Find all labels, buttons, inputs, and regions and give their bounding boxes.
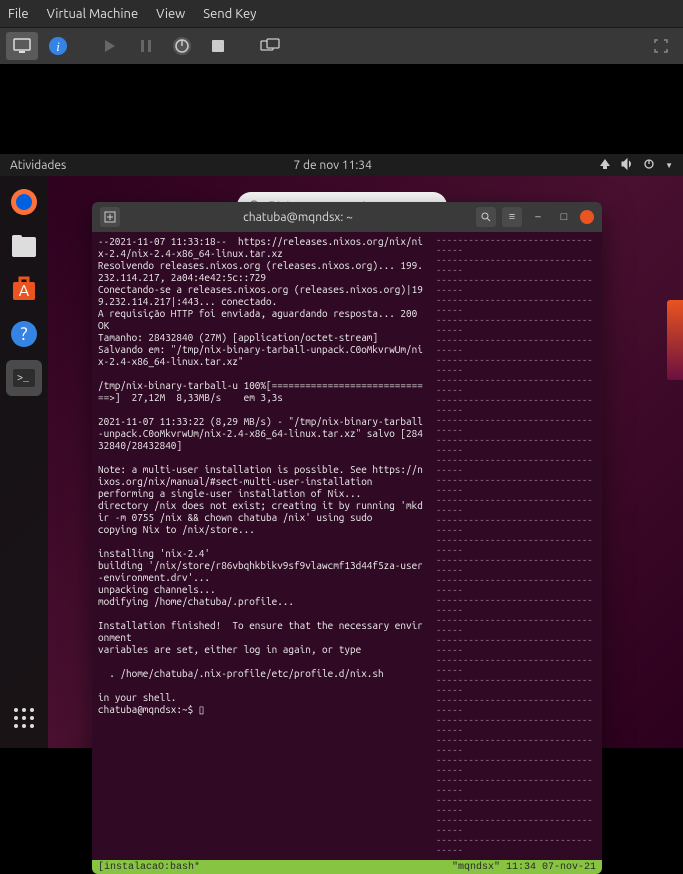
workspace-thumbnail[interactable]	[667, 300, 683, 380]
svg-text:A: A	[19, 282, 30, 300]
dock-show-apps[interactable]	[6, 700, 42, 736]
svg-text:?: ?	[20, 324, 27, 344]
menu-file[interactable]: File	[8, 7, 29, 21]
terminal-right-pane[interactable]: ----------------------------------------…	[432, 232, 602, 860]
menu-virtual-machine[interactable]: Virtual Machine	[47, 7, 139, 21]
gnome-topbar: Atividades 7 de nov 11:34 ▼	[0, 154, 683, 176]
dock-help[interactable]: ?	[6, 316, 42, 352]
tmux-status-bar: [instalacaO:bash* "mqndsx" 11:34 07-nov-…	[92, 860, 602, 874]
clock[interactable]: 7 de nov 11:34	[293, 159, 371, 172]
info-button[interactable]: i	[42, 32, 74, 60]
dock: A ? >_	[0, 176, 48, 748]
network-icon[interactable]	[599, 158, 611, 173]
volume-icon[interactable]	[621, 158, 633, 173]
monitor-button[interactable]	[6, 32, 38, 60]
dock-files[interactable]	[6, 228, 42, 264]
dock-firefox[interactable]	[6, 184, 42, 220]
dock-terminal[interactable]: >_	[6, 360, 42, 396]
power-button[interactable]	[166, 32, 198, 60]
new-tab-button[interactable]	[100, 207, 120, 227]
svg-text:i: i	[56, 39, 60, 54]
play-button[interactable]	[94, 32, 126, 60]
chevron-down-icon[interactable]: ▼	[665, 161, 673, 170]
vm-menubar: File Virtual Machine View Send Key	[0, 0, 683, 28]
note-button[interactable]	[202, 32, 234, 60]
activities-button[interactable]: Atividades	[10, 159, 66, 172]
pause-button[interactable]	[130, 32, 162, 60]
guest-display: Atividades 7 de nov 11:34 ▼ A ? >_ ch	[0, 64, 683, 748]
terminal-titlebar[interactable]: chatuba@mqndsx: ~ ≡ – □	[92, 202, 602, 232]
terminal-search-button[interactable]	[476, 207, 496, 227]
menu-view[interactable]: View	[156, 7, 185, 21]
fullscreen-button[interactable]	[645, 32, 677, 60]
terminal-title: chatuba@mqndsx: ~	[126, 211, 470, 224]
maximize-button[interactable]: □	[554, 207, 574, 227]
power-icon[interactable]	[643, 158, 655, 173]
displays-button[interactable]	[254, 32, 286, 60]
tmux-status-left: [instalacaO:bash*	[98, 862, 200, 873]
dock-software[interactable]: A	[6, 272, 42, 308]
terminal-menu-button[interactable]: ≡	[502, 207, 522, 227]
desktop: A ? >_ chatuba@mqndsx: ~ ≡ – □ --2021-11…	[0, 176, 683, 748]
terminal-window[interactable]: chatuba@mqndsx: ~ ≡ – □ --2021-11-07 11:…	[92, 202, 602, 874]
svg-text:>_: >_	[17, 374, 30, 385]
close-button[interactable]	[580, 210, 594, 224]
tmux-status-right: "mqndsx" 11:34 07-nov-21	[452, 862, 596, 873]
minimize-button[interactable]: –	[528, 207, 548, 227]
menu-send-key[interactable]: Send Key	[203, 7, 256, 21]
terminal-output[interactable]: --2021-11-07 11:33:18-- https://releases…	[92, 232, 432, 860]
vm-toolbar: i	[0, 28, 683, 64]
